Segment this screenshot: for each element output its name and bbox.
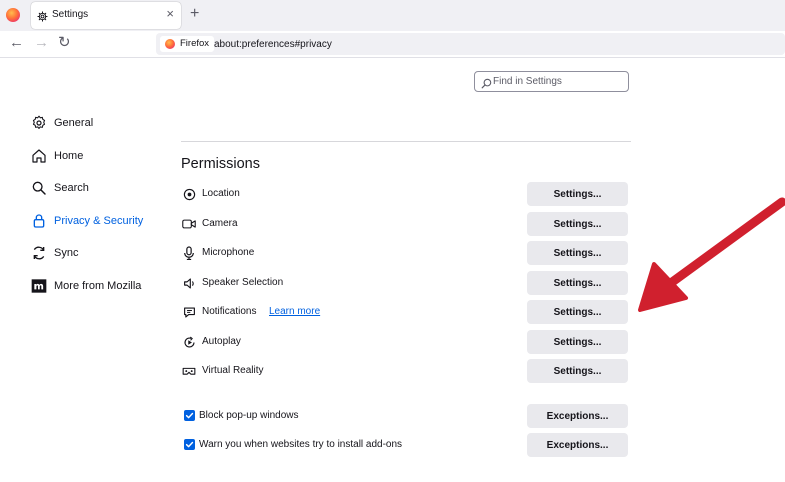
gear-icon <box>30 114 48 132</box>
home-icon <box>30 147 48 165</box>
addons-exceptions-button[interactable]: Exceptions... <box>527 433 628 457</box>
sidebar-item-privacy-security[interactable]: Privacy & Security <box>30 210 170 232</box>
autoplay-icon <box>182 335 196 349</box>
url-text[interactable]: about:preferences#privacy <box>214 39 332 50</box>
autoplay-settings-button[interactable]: Settings... <box>527 330 628 354</box>
permission-label: Virtual Reality <box>202 365 264 376</box>
permission-row-notifications: Notifications Learn more Settings... <box>182 300 628 324</box>
sidebar-item-more-from-mozilla[interactable]: More from Mozilla <box>30 275 170 297</box>
tab-settings[interactable]: Settings × <box>31 2 181 29</box>
sidebar-item-label: General <box>54 117 94 129</box>
block-popups-label[interactable]: Block pop-up windows <box>199 410 299 421</box>
mozilla-icon <box>30 277 48 295</box>
notifications-settings-button[interactable]: Settings... <box>527 300 628 324</box>
search-icon <box>30 179 48 197</box>
permission-row-microphone: Microphone Settings... <box>182 241 628 265</box>
permission-row-virtual-reality: Virtual Reality Settings... <box>182 359 628 383</box>
camera-icon <box>182 217 196 231</box>
sidebar-item-label: Search <box>54 182 89 194</box>
sidebar-item-general[interactable]: General <box>30 112 170 134</box>
tab-title: Settings <box>52 9 89 20</box>
virtual-reality-settings-button[interactable]: Settings... <box>527 359 628 383</box>
reload-button[interactable]: ↻ <box>58 34 71 52</box>
learn-more-link[interactable]: Learn more <box>269 306 320 317</box>
warn-addons-label[interactable]: Warn you when websites try to install ad… <box>199 439 402 450</box>
permission-label: Speaker Selection <box>202 277 284 288</box>
close-tab-icon[interactable]: × <box>166 7 174 21</box>
sidebar: General Home Search Privacy & Security S… <box>30 112 170 307</box>
block-popups-row: Block pop-up windows Exceptions... <box>182 404 628 428</box>
firefox-logo-icon <box>165 39 175 49</box>
nav-bar: ← → ↻ Firefox about:preferences#privacy <box>0 31 785 58</box>
checkmark-icon <box>185 412 194 419</box>
speaker-selection-settings-button[interactable]: Settings... <box>527 271 628 295</box>
sidebar-item-home[interactable]: Home <box>30 145 170 167</box>
search-icon <box>481 76 492 94</box>
microphone-icon <box>182 246 196 260</box>
section-divider <box>181 141 631 142</box>
sidebar-item-label: Privacy & Security <box>54 214 144 227</box>
identity-box[interactable]: Firefox <box>160 36 215 52</box>
permission-label: Location <box>202 188 240 199</box>
gear-icon <box>37 9 48 27</box>
permission-row-camera: Camera Settings... <box>182 212 628 236</box>
identity-label: Firefox <box>180 38 210 49</box>
popup-exceptions-button[interactable]: Exceptions... <box>527 404 628 428</box>
url-bar[interactable]: Firefox about:preferences#privacy <box>156 33 785 55</box>
vr-icon <box>182 364 196 378</box>
permission-label: Microphone <box>202 247 255 258</box>
search-input[interactable] <box>493 74 623 89</box>
permission-row-autoplay: Autoplay Settings... <box>182 330 628 354</box>
back-button[interactable]: ← <box>9 34 24 52</box>
lock-icon <box>30 212 48 230</box>
permission-row-speaker-selection: Speaker Selection Settings... <box>182 271 628 295</box>
annotation-arrow-icon <box>638 197 785 312</box>
block-popups-checkbox[interactable] <box>184 410 195 421</box>
warn-addons-checkbox[interactable] <box>184 439 195 450</box>
permission-label: Autoplay <box>202 336 241 347</box>
warn-addons-row: Warn you when websites try to install ad… <box>182 433 628 457</box>
tab-bar: Settings × + <box>0 0 785 31</box>
sidebar-item-label: Sync <box>54 247 79 259</box>
section-title-permissions: Permissions <box>181 156 260 172</box>
sidebar-item-search[interactable]: Search <box>30 177 170 199</box>
forward-button[interactable]: → <box>34 34 49 52</box>
permission-row-location: Location Settings... <box>182 182 628 206</box>
notification-icon <box>182 305 196 319</box>
sidebar-item-sync[interactable]: Sync <box>30 242 170 264</box>
new-tab-button[interactable]: + <box>190 5 199 23</box>
checkmark-icon <box>185 441 194 448</box>
permission-label: Notifications <box>202 306 257 317</box>
location-settings-button[interactable]: Settings... <box>527 182 628 206</box>
microphone-settings-button[interactable]: Settings... <box>527 241 628 265</box>
camera-settings-button[interactable]: Settings... <box>527 212 628 236</box>
location-icon <box>182 187 196 201</box>
settings-search[interactable] <box>474 71 629 92</box>
sidebar-item-label: Home <box>54 149 84 162</box>
firefox-logo-icon[interactable] <box>6 8 20 22</box>
speaker-icon <box>182 276 196 290</box>
permission-label: Camera <box>202 218 238 229</box>
sync-icon <box>30 244 48 262</box>
sidebar-item-label: More from Mozilla <box>54 279 142 292</box>
